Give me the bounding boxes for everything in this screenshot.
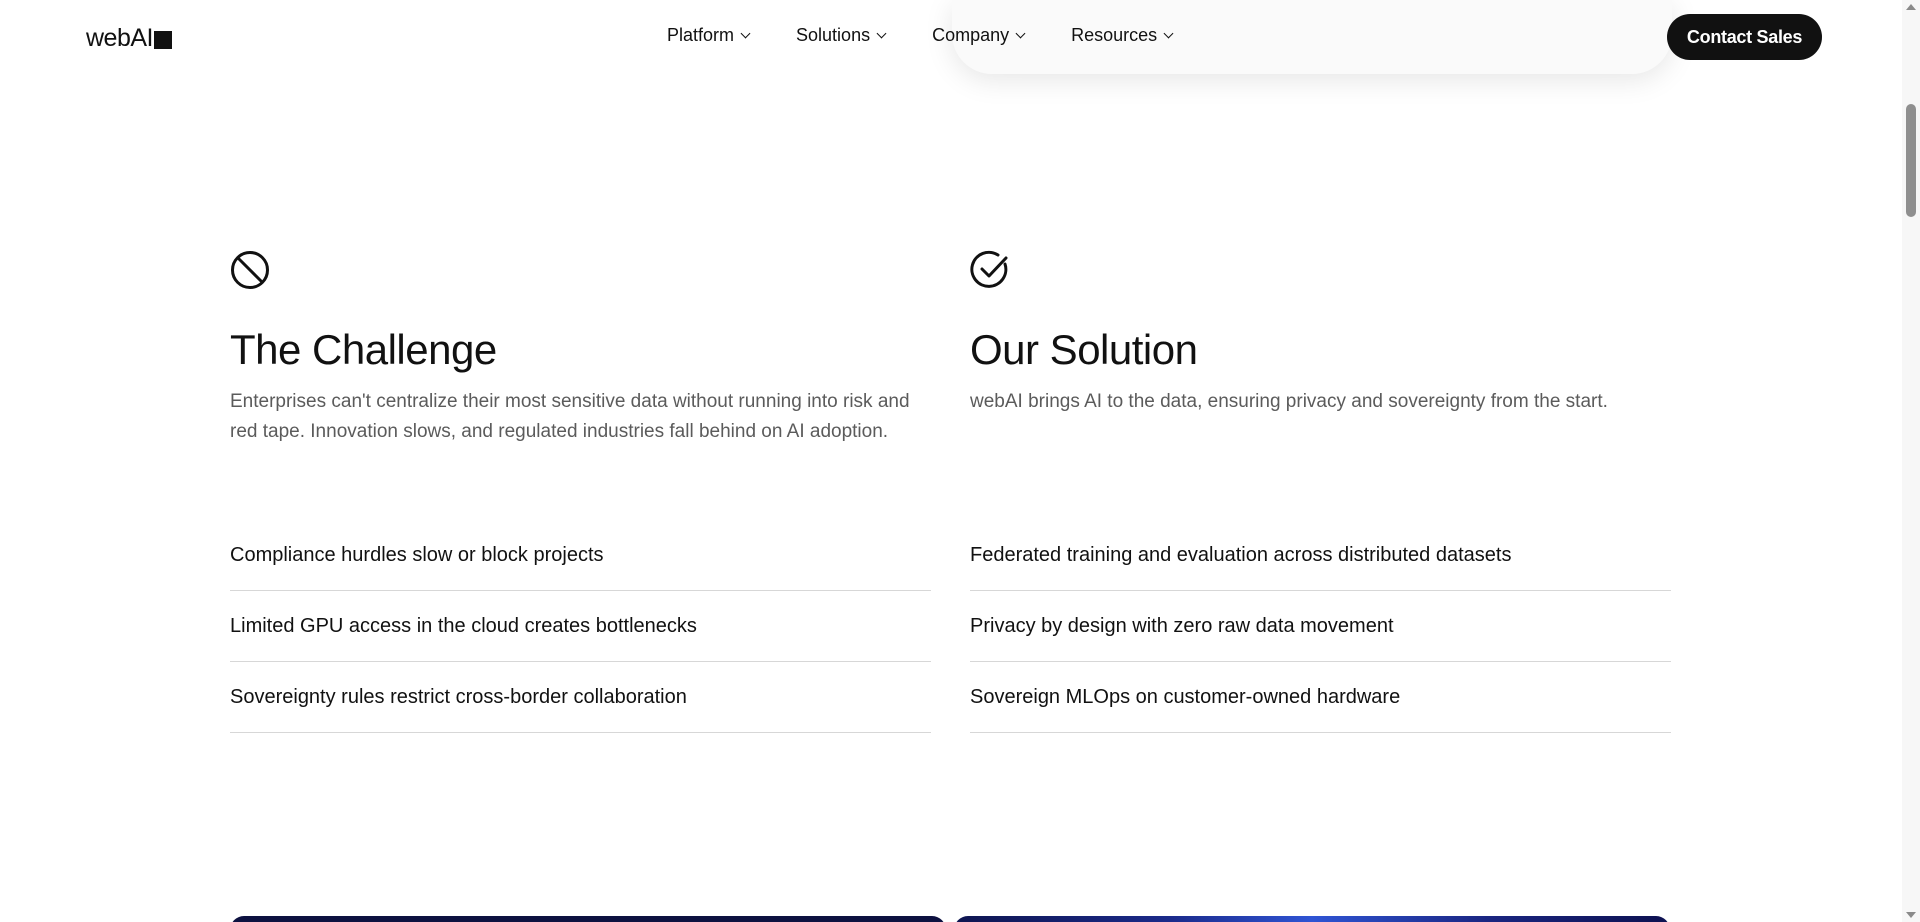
webai-logo[interactable]: webAI (86, 24, 172, 53)
list-item: Sovereign MLOps on customer-owned hardwa… (970, 662, 1671, 733)
solution-list: Federated training and evaluation across… (970, 520, 1671, 733)
contact-sales-button[interactable]: Contact Sales (1667, 14, 1822, 60)
nav-item-platform[interactable]: Platform (667, 25, 751, 46)
nav-item-resources[interactable]: Resources (1071, 25, 1174, 46)
nav-item-solutions[interactable]: Solutions (796, 25, 887, 46)
feature-card-blue (954, 916, 1670, 922)
challenge-list: Compliance hurdles slow or block project… (230, 520, 931, 733)
chevron-down-icon (1015, 28, 1026, 39)
list-item: Privacy by design with zero raw data mov… (970, 591, 1671, 662)
check-circle-icon (970, 250, 1008, 288)
solution-description: webAI brings AI to the data, ensuring pr… (970, 391, 1608, 413)
scroll-up-arrow-icon[interactable] (1906, 4, 1916, 10)
feature-card-dark (230, 916, 946, 922)
main-nav: Platform Solutions Company Resources (667, 25, 1174, 46)
solution-title: Our Solution (970, 326, 1198, 373)
chevron-down-icon (876, 28, 887, 39)
challenge-description: Enterprises can't centralize their most … (230, 391, 910, 443)
prohibited-icon (231, 251, 269, 289)
nav-item-label: Company (932, 25, 1010, 45)
nav-item-label: Resources (1071, 25, 1158, 45)
nav-item-label: Platform (667, 25, 735, 45)
list-item: Sovereignty rules restrict cross-border … (230, 662, 931, 733)
challenge-section: The Challenge Enterprises can't centrali… (230, 250, 931, 733)
nav-item-label: Solutions (796, 25, 871, 45)
nav-item-company[interactable]: Company (932, 25, 1026, 46)
scroll-thumb[interactable] (1906, 104, 1916, 217)
logo-text: webAI (86, 24, 153, 52)
vertical-scrollbar[interactable] (1902, 0, 1920, 922)
list-item: Federated training and evaluation across… (970, 520, 1671, 591)
scroll-down-arrow-icon[interactable] (1906, 912, 1916, 918)
solution-section: Our Solution webAI brings AI to the data… (970, 250, 1671, 733)
chevron-down-icon (740, 28, 751, 39)
chevron-down-icon (1163, 28, 1174, 39)
site-header: webAI Platform Solutions Company Resourc… (0, 0, 1902, 75)
list-item: Compliance hurdles slow or block project… (230, 520, 931, 591)
logo-block-icon (153, 30, 172, 49)
challenge-title: The Challenge (230, 326, 497, 373)
list-item: Limited GPU access in the cloud creates … (230, 591, 931, 662)
